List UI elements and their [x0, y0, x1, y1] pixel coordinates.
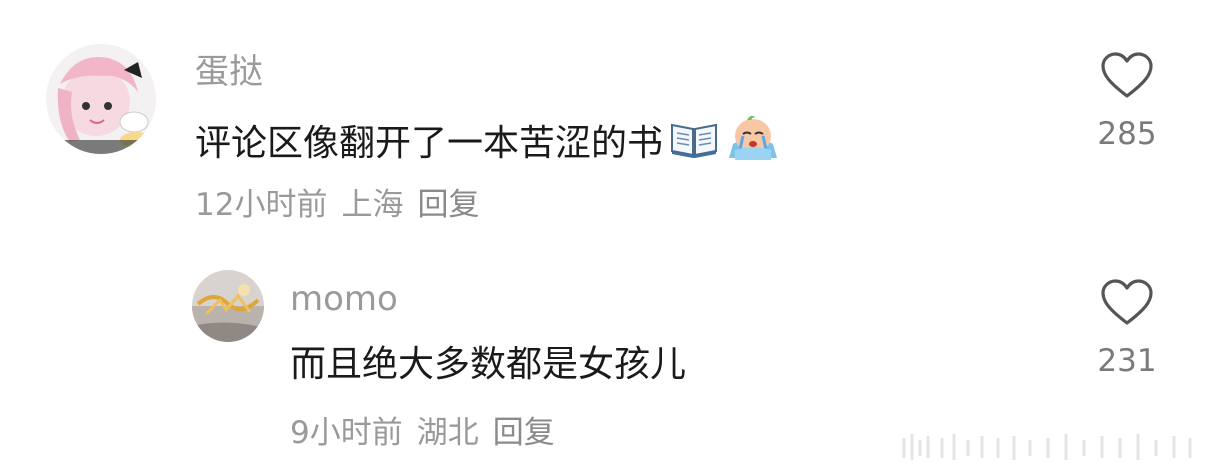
comment-time: 9小时前: [290, 415, 403, 451]
like-count: 231: [1097, 343, 1157, 379]
username[interactable]: momo: [290, 279, 398, 319]
comment-location: 湖北: [416, 415, 479, 451]
comment-body: 评论区像翻开了一本苦涩的书: [195, 122, 664, 164]
crying-face-icon: [725, 114, 781, 173]
comment-body: 而且绝大多数都是女孩儿: [290, 344, 687, 385]
comment-meta: 9小时前 湖北 回复: [290, 413, 555, 453]
comment-location: 上海: [341, 187, 404, 223]
reply-button[interactable]: 回复: [417, 187, 479, 223]
heart-icon: [1101, 279, 1153, 325]
like-button[interactable]: 285: [1092, 52, 1162, 152]
watermark-graphic: [902, 434, 1192, 460]
like-button[interactable]: 231: [1092, 279, 1162, 379]
comment-text: 而且绝大多数都是女孩儿: [290, 343, 686, 387]
comment-text: 评论区像翻开了一本苦涩的书: [195, 114, 781, 173]
open-book-icon: [669, 117, 719, 170]
avatar[interactable]: [192, 270, 264, 342]
comment-meta: 12小时前 上海 回复: [195, 185, 479, 225]
reply-button[interactable]: 回复: [493, 415, 555, 451]
comment-time: 12小时前: [195, 187, 328, 223]
heart-icon: [1101, 52, 1153, 98]
like-count: 285: [1097, 116, 1157, 152]
username[interactable]: 蛋挞: [195, 52, 263, 92]
avatar[interactable]: [46, 44, 156, 154]
